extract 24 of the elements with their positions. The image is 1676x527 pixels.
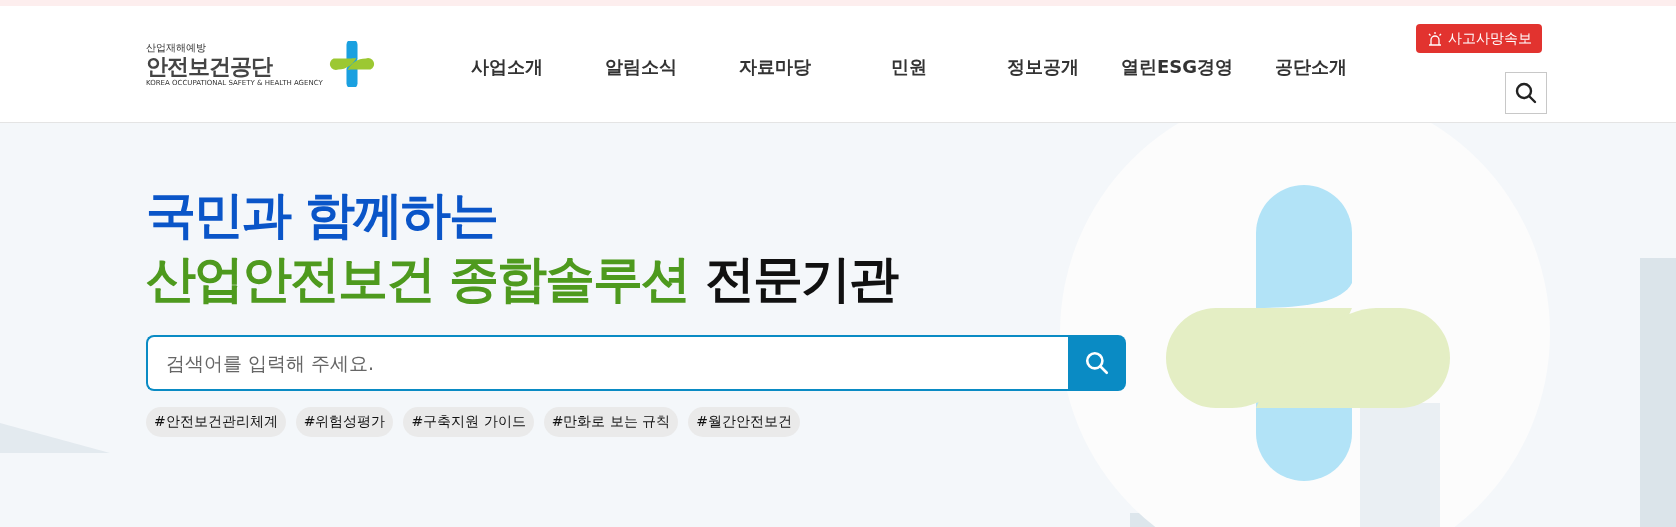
hashtag-chip[interactable]: #만화로 보는 규칙 [543, 407, 679, 437]
nav-item[interactable]: 정보공개 [976, 55, 1110, 79]
search-field[interactable]: 검색어를 입력해 주세요. [146, 335, 1068, 391]
search-icon [1084, 350, 1110, 376]
logo-name: 안전보건공단 [146, 54, 274, 79]
search-submit-button[interactable] [1068, 335, 1126, 391]
logo-tagline: 산업재해예방 [146, 40, 207, 55]
headline-line: 산업안전보건 종합솔루션 전문기관 [146, 249, 899, 310]
plus-logo-icon [328, 41, 375, 87]
siren-icon [1426, 30, 1444, 47]
nav-item[interactable]: 민원 [842, 55, 976, 79]
hashtag-chip[interactable]: #안전보건관리체계 [146, 407, 286, 437]
hashtag-chip[interactable]: #월간안전보건 [688, 407, 801, 437]
search-button[interactable] [1505, 72, 1547, 114]
search-icon [1514, 81, 1538, 105]
hashtag-chip[interactable]: #위험성평가 [295, 407, 394, 437]
nav-item[interactable]: 공단소개 [1244, 55, 1378, 79]
nav-item[interactable]: 알림소식 [574, 55, 708, 79]
accident-alert-button[interactable]: 사고사망속보 [1416, 24, 1542, 53]
nav-item[interactable]: 열린ESG경영 [1110, 55, 1244, 79]
nav-item[interactable]: 사업소개 [440, 55, 574, 79]
hashtag-chip[interactable]: #구축지원 가이드 [403, 407, 534, 437]
headline-line: 국민과 함께하는 [146, 185, 499, 246]
nav-item[interactable]: 자료마당 [708, 55, 842, 79]
